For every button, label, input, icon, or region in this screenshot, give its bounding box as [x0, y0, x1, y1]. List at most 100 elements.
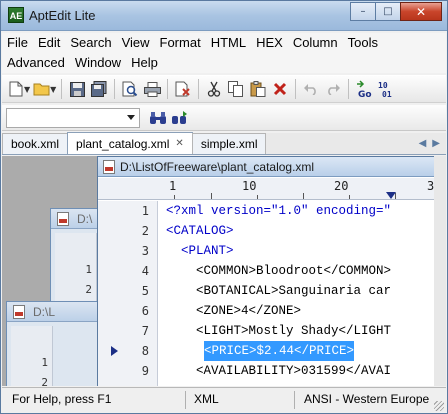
code-line: 3 <PLANT> [98, 241, 446, 261]
column-ruler: 1 10 20 3 [98, 178, 446, 200]
copy-icon[interactable] [226, 79, 246, 99]
toolbar-separator [167, 79, 169, 99]
background-window-title: D:\L [7, 302, 105, 322]
menu-row-1: File Edit Search View Format HTML HEX Co… [2, 33, 446, 53]
minimize-button[interactable]: – [350, 2, 376, 21]
chevron-down-icon[interactable] [127, 114, 135, 120]
binoculars-icon[interactable] [148, 108, 168, 128]
undo-icon[interactable] [301, 79, 321, 99]
code-line: 5 <BOTANICAL>Sanguinaria car [98, 281, 446, 301]
hex-icon[interactable]: 10 01 [376, 79, 396, 99]
menu-column[interactable]: Column [288, 33, 343, 53]
delete-icon[interactable] [270, 79, 290, 99]
line-number: 6 [141, 304, 149, 318]
close-button[interactable]: ✕ [400, 2, 442, 21]
line-number: 2 [141, 224, 149, 238]
editor-window-title: D:\ListOfFreeware\plant_catalog.xml [98, 157, 446, 177]
menu-advanced[interactable]: Advanced [2, 53, 70, 73]
vertical-scrollbar[interactable] [434, 156, 446, 386]
app-window: AE AptEdit Lite – □ ✕ File Edit Search V… [0, 0, 448, 414]
maximize-button[interactable]: □ [375, 2, 401, 21]
window-title: AptEdit Lite [29, 8, 96, 23]
line-number: 8 [141, 344, 149, 358]
find-combo[interactable] [6, 107, 140, 128]
document-icon [103, 160, 115, 174]
code-text: <ZONE>4</ZONE> [166, 304, 302, 318]
svg-text:01: 01 [382, 90, 392, 98]
redo-icon[interactable] [323, 79, 343, 99]
new-file-icon[interactable] [6, 79, 26, 99]
code-line: 4 <COMMON>Bloodroot</COMMON> [98, 261, 446, 281]
tab-close-icon[interactable]: ✕ [175, 138, 183, 149]
code-text: <BOTANICAL>Sanguinaria car [166, 284, 392, 298]
menu-html[interactable]: HTML [206, 33, 251, 53]
find-next-icon[interactable] [170, 108, 190, 128]
code-text: <?xml version="1.0" encoding=" [166, 204, 392, 218]
bg-line-number: 2 [85, 283, 92, 296]
app-logo-icon: AE [8, 7, 24, 23]
document-tabs: book.xml plant_catalog.xml ✕ simple.xml … [2, 132, 446, 155]
toolbar-separator [61, 79, 63, 99]
selected-code-text: <PRICE>$2.44</PRICE> [204, 341, 355, 361]
menu-window[interactable]: Window [70, 53, 126, 73]
close-file-icon[interactable] [173, 79, 193, 99]
code-editor[interactable]: 1 <?xml version="1.0" encoding=" 2 <CATA… [98, 201, 446, 386]
editor-window[interactable]: D:\ListOfFreeware\plant_catalog.xml 1 10… [97, 156, 446, 386]
ruler-number: 1 [169, 179, 177, 193]
resize-grip-icon[interactable] [434, 401, 444, 411]
save-icon[interactable] [67, 79, 87, 99]
line-number: 1 [141, 204, 149, 218]
document-icon [13, 305, 25, 319]
background-window-2[interactable]: D:\L 1 2 [6, 301, 106, 386]
toolbar-separator [114, 79, 116, 99]
status-mode: XML [194, 392, 219, 406]
ruler-tick [349, 195, 350, 199]
tab-plant-catalog-xml[interactable]: plant_catalog.xml ✕ [67, 132, 193, 154]
tab-label: plant_catalog.xml [76, 136, 170, 151]
ruler-tick [303, 193, 304, 199]
menu-help[interactable]: Help [126, 53, 163, 73]
svg-text:Go: Go [358, 90, 372, 98]
code-line: 9 <AVAILABILITY>031599</AVAI [98, 361, 446, 381]
menu-hex[interactable]: HEX [251, 33, 288, 53]
line-number: 9 [141, 364, 149, 378]
tab-book-xml[interactable]: book.xml [2, 133, 69, 154]
line-number: 5 [141, 284, 149, 298]
menu-edit[interactable]: Edit [33, 33, 65, 53]
editor-title-text: D:\ListOfFreeware\plant_catalog.xml [120, 160, 315, 174]
bg-title-text: D:\ [77, 212, 93, 226]
ruler-tick [174, 195, 175, 199]
code-text: <LIGHT>Mostly Shady</LIGHT [166, 324, 392, 338]
title-bar[interactable]: AE AptEdit Lite – □ ✕ [1, 1, 447, 31]
tab-scroll-right-icon[interactable]: ▶ [432, 138, 440, 149]
code-text: <AVAILABILITY>031599</AVAI [166, 364, 392, 378]
print-preview-icon[interactable] [120, 79, 140, 99]
ruler-tick [257, 195, 258, 199]
mdi-workspace: D:\ 1 2 3 D:\L 1 2 D:\ListOfFreeware\pla… [2, 156, 446, 386]
go-icon[interactable]: Go [354, 79, 374, 99]
menu-search[interactable]: Search [65, 33, 116, 53]
search-toolbar [2, 105, 446, 131]
window-controls: – □ ✕ [350, 2, 442, 22]
menu-file[interactable]: File [2, 33, 33, 53]
cut-icon[interactable] [204, 79, 224, 99]
code-line: 7 <LIGHT>Mostly Shady</LIGHT [98, 321, 446, 341]
document-icon [57, 212, 69, 226]
new-dropdown-icon[interactable]: ▼ [24, 85, 30, 94]
print-icon[interactable] [142, 79, 162, 99]
open-dropdown-icon[interactable]: ▼ [50, 85, 56, 94]
bg-line-number: 2 [41, 376, 48, 386]
menu-view[interactable]: View [117, 33, 155, 53]
line-number: 7 [141, 324, 149, 338]
tab-label: book.xml [11, 137, 60, 151]
menu-format[interactable]: Format [155, 33, 206, 53]
ruler-tick [211, 193, 212, 199]
tab-simple-xml[interactable]: simple.xml [191, 133, 267, 154]
paste-icon[interactable] [248, 79, 268, 99]
save-all-icon[interactable] [89, 79, 109, 99]
tab-scroll-left-icon[interactable]: ◀ [419, 138, 427, 149]
menu-tools[interactable]: Tools [343, 33, 383, 53]
open-folder-icon[interactable] [32, 79, 52, 99]
status-encoding: ANSI - Western Europe [304, 392, 430, 406]
toolbar-separator [198, 79, 200, 99]
